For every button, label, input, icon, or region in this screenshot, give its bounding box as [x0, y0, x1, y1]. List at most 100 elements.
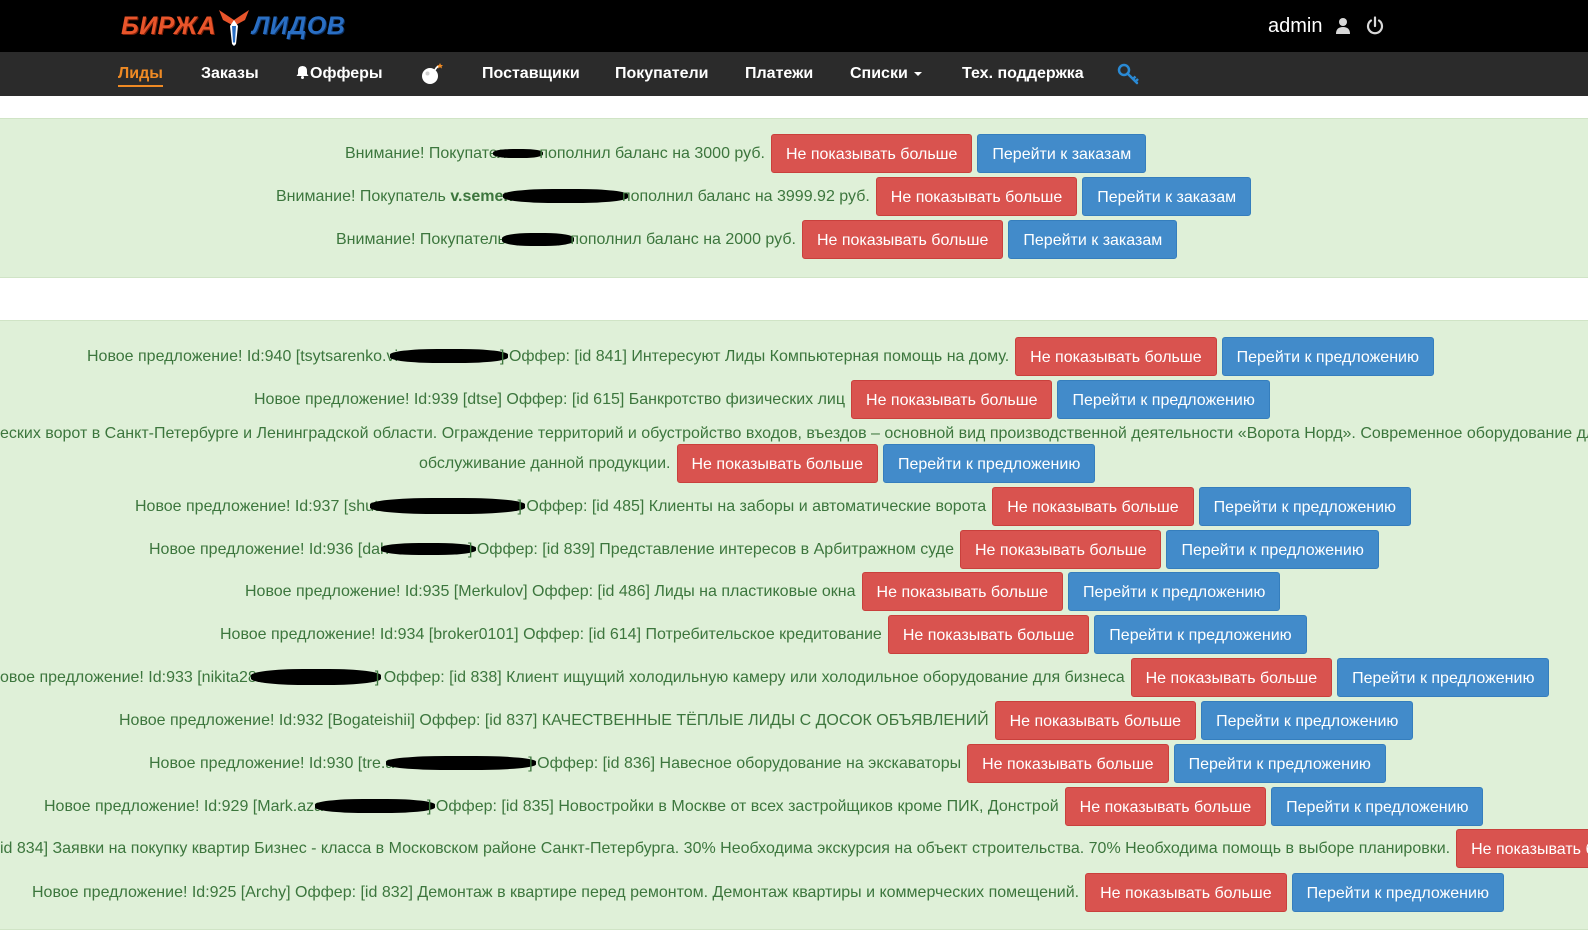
- go-to-offer-button[interactable]: Перейти к предложению: [1068, 572, 1281, 611]
- go-to-offer-button[interactable]: Перейти к предложению: [1173, 744, 1386, 783]
- nav-support-label: Тех. поддержка: [962, 65, 1084, 82]
- top-bar: БИРЖА ЛИДОВ admin: [0, 0, 1588, 52]
- bomb-icon[interactable]: [420, 62, 444, 86]
- tie-emblem-icon: [219, 10, 250, 46]
- dismiss-button[interactable]: Не показывать больше: [875, 177, 1078, 216]
- dismiss-button[interactable]: Не показывать больше: [887, 615, 1090, 654]
- offer-alert-text: Новое предложение! Id:930 [tre.a] Оффер:…: [149, 754, 962, 772]
- go-to-orders-button[interactable]: Перейти к заказам: [1008, 220, 1178, 259]
- go-to-offer-button[interactable]: Перейти к предложению: [1166, 530, 1379, 569]
- offer-alert: id 834] Заявки на покупку квартир Бизнес…: [0, 829, 1588, 868]
- offer-alert-text: обслуживание данной продукции.: [419, 454, 671, 472]
- dismiss-button[interactable]: Не показывать больше: [1064, 787, 1267, 826]
- redaction-scribble: [315, 799, 436, 814]
- key-icon[interactable]: [1116, 62, 1140, 86]
- dismiss-button[interactable]: Не показывать больше: [770, 134, 973, 173]
- balance-alert: Внимание! Покупатель пополнил баланс на …: [336, 220, 1182, 259]
- offer-alert-text: Новое предложение! Id:936 [dah] Оффер: […: [149, 540, 954, 558]
- offer-alert-text: Новое предложение! Id:937 [shut] Оффер: …: [135, 497, 987, 515]
- dismiss-button[interactable]: Не показывать больше: [992, 487, 1194, 526]
- balance-alert-text: Внимание! Покупатель пополнил баланс на …: [336, 230, 796, 248]
- nav-suppliers-label: Поставщики: [482, 65, 580, 82]
- offer-alert: овое предложение! Id:933 [nikita28] Оффе…: [0, 658, 1554, 697]
- go-to-orders-button[interactable]: Перейти к заказам: [977, 134, 1147, 173]
- go-to-offer-button[interactable]: Перейти к предложению: [1221, 337, 1434, 376]
- power-icon[interactable]: [1364, 15, 1386, 37]
- offer-alert: Новое предложение! Id:929 [Mark.aza] Офф…: [44, 787, 1488, 826]
- active-underline: [118, 85, 163, 87]
- dismiss-button[interactable]: Не показывать больше: [1130, 658, 1333, 697]
- balance-alert: Внимание! Покупатель v.semeno пополнил ба…: [276, 177, 1256, 216]
- redaction-scribble: [502, 189, 628, 204]
- nav-orders[interactable]: Заказы: [201, 52, 259, 96]
- dismiss-button[interactable]: Не показывать больше: [1085, 873, 1287, 912]
- nav-lists-label: Списки: [850, 65, 908, 82]
- offer-alert-text: Новое предложение! Id:929 [Mark.aza] Офф…: [44, 797, 1059, 815]
- go-to-offer-button[interactable]: Перейти к предложению: [882, 444, 1096, 483]
- go-to-offer-button[interactable]: Перейти к предложению: [1337, 658, 1550, 697]
- go-to-orders-button[interactable]: Перейти к заказам: [1082, 177, 1252, 216]
- offer-alert: обслуживание данной продукции. Не показы…: [419, 444, 1100, 483]
- dismiss-button[interactable]: Не показывать больше: [861, 572, 1064, 611]
- offer-alert: Новое предложение! Id:940 [tsytsarenko.v…: [87, 337, 1439, 376]
- nav-leads-label: Лиды: [118, 65, 163, 82]
- dismiss-button[interactable]: Не показывать больше: [960, 530, 1162, 569]
- nav-buyers[interactable]: Покупатели: [615, 52, 708, 96]
- offer-alert: Новое предложение! Id:935 [Merkulov] Офф…: [245, 572, 1285, 611]
- brand-right-text: ЛИДОВ: [252, 12, 346, 40]
- main-nav: Лиды Заказы Офферы Поставщики Покупатели…: [0, 52, 1588, 96]
- dismiss-button[interactable]: Не показывать больше: [994, 701, 1197, 740]
- offer-alert-text: Новое предложение! Id:925 [Archy] Оффер:…: [32, 883, 1080, 901]
- dismiss-button[interactable]: Не показывать больше: [676, 444, 878, 483]
- offer-alert-text: Новое предложение! Id:934 [broker0101] О…: [220, 625, 882, 643]
- go-to-offer-button[interactable]: Перейти к предложению: [1291, 873, 1504, 912]
- nav-payments-label: Платежи: [745, 65, 814, 82]
- nav-payments[interactable]: Платежи: [745, 52, 813, 96]
- redaction-scribble: [380, 543, 476, 556]
- offer-alert: Новое предложение! Id:937 [shut] Оффер: …: [135, 487, 1416, 526]
- offer-alert-text: еских ворот в Санкт-Петербурге и Ленингр…: [0, 425, 1588, 442]
- dismiss-button[interactable]: Не показывать больше: [851, 380, 1053, 419]
- nav-offers-label: Офферы: [310, 65, 383, 82]
- redaction-scribble: [386, 756, 537, 771]
- caret-down-icon: [913, 71, 922, 76]
- brand-left-text: БИРЖА: [121, 12, 217, 40]
- offer-alert: Новое предложение! Id:925 [Archy] Оффер:…: [32, 873, 1509, 912]
- go-to-offer-button[interactable]: Перейти к предложению: [1271, 787, 1484, 826]
- brand-logo[interactable]: БИРЖА ЛИДОВ: [121, 6, 345, 46]
- redaction-scribble: [493, 148, 544, 158]
- nav-leads[interactable]: Лиды: [118, 52, 163, 96]
- redaction-scribble: [250, 669, 381, 686]
- offer-alert-text: Новое предложение! Id:932 [Bogateishii] …: [119, 711, 989, 729]
- user-area: admin: [1268, 12, 1386, 40]
- nav-offers[interactable]: Офферы: [296, 52, 383, 96]
- nav-support[interactable]: Тех. поддержка: [962, 52, 1084, 96]
- redaction-scribble: [370, 498, 526, 515]
- nav-orders-label: Заказы: [201, 65, 259, 82]
- user-icon[interactable]: [1332, 15, 1354, 37]
- offer-alert: Новое предложение! Id:934 [broker0101] О…: [220, 615, 1312, 654]
- dismiss-button[interactable]: Не показывать больше: [1015, 337, 1217, 376]
- offer-alert: Новое предложение! Id:939 [dtse] Оффер: …: [254, 380, 1275, 419]
- go-to-offer-button[interactable]: Перейти к предложению: [1094, 615, 1307, 654]
- bell-icon: [296, 66, 309, 79]
- offer-alert-text: овое предложение! Id:933 [nikita28] Оффе…: [0, 668, 1125, 686]
- dismiss-button[interactable]: Не показывать больше: [801, 220, 1004, 259]
- go-to-offer-button[interactable]: Перейти к предложению: [1057, 380, 1270, 419]
- offer-alert-text: Новое предложение! Id:939 [dtse] Оффер: …: [254, 390, 846, 408]
- dismiss-button[interactable]: Не показывать боль: [1456, 829, 1588, 868]
- username[interactable]: admin: [1268, 12, 1322, 40]
- offer-alert: Новое предложение! Id:932 [Bogateishii] …: [119, 701, 1418, 740]
- nav-suppliers[interactable]: Поставщики: [482, 52, 580, 96]
- nav-lists-dropdown[interactable]: Списки: [850, 52, 922, 96]
- redaction-scribble: [502, 232, 575, 246]
- redaction-scribble: [390, 349, 509, 364]
- go-to-offer-button[interactable]: Перейти к предложению: [1201, 701, 1414, 740]
- go-to-offer-button[interactable]: Перейти к предложению: [1198, 487, 1412, 526]
- offer-alert: Новое предложение! Id:930 [tre.a] Оффер:…: [149, 744, 1391, 783]
- offer-alert-text: Новое предложение! Id:935 [Merkulov] Офф…: [245, 582, 856, 600]
- nav-buyers-label: Покупатели: [615, 65, 709, 82]
- offer-alert-text: Новое предложение! Id:940 [tsytsarenko.v…: [87, 347, 1010, 365]
- balance-alert: Внимание! Покупатель пополнил баланс на …: [345, 134, 1151, 173]
- dismiss-button[interactable]: Не показывать больше: [967, 744, 1169, 783]
